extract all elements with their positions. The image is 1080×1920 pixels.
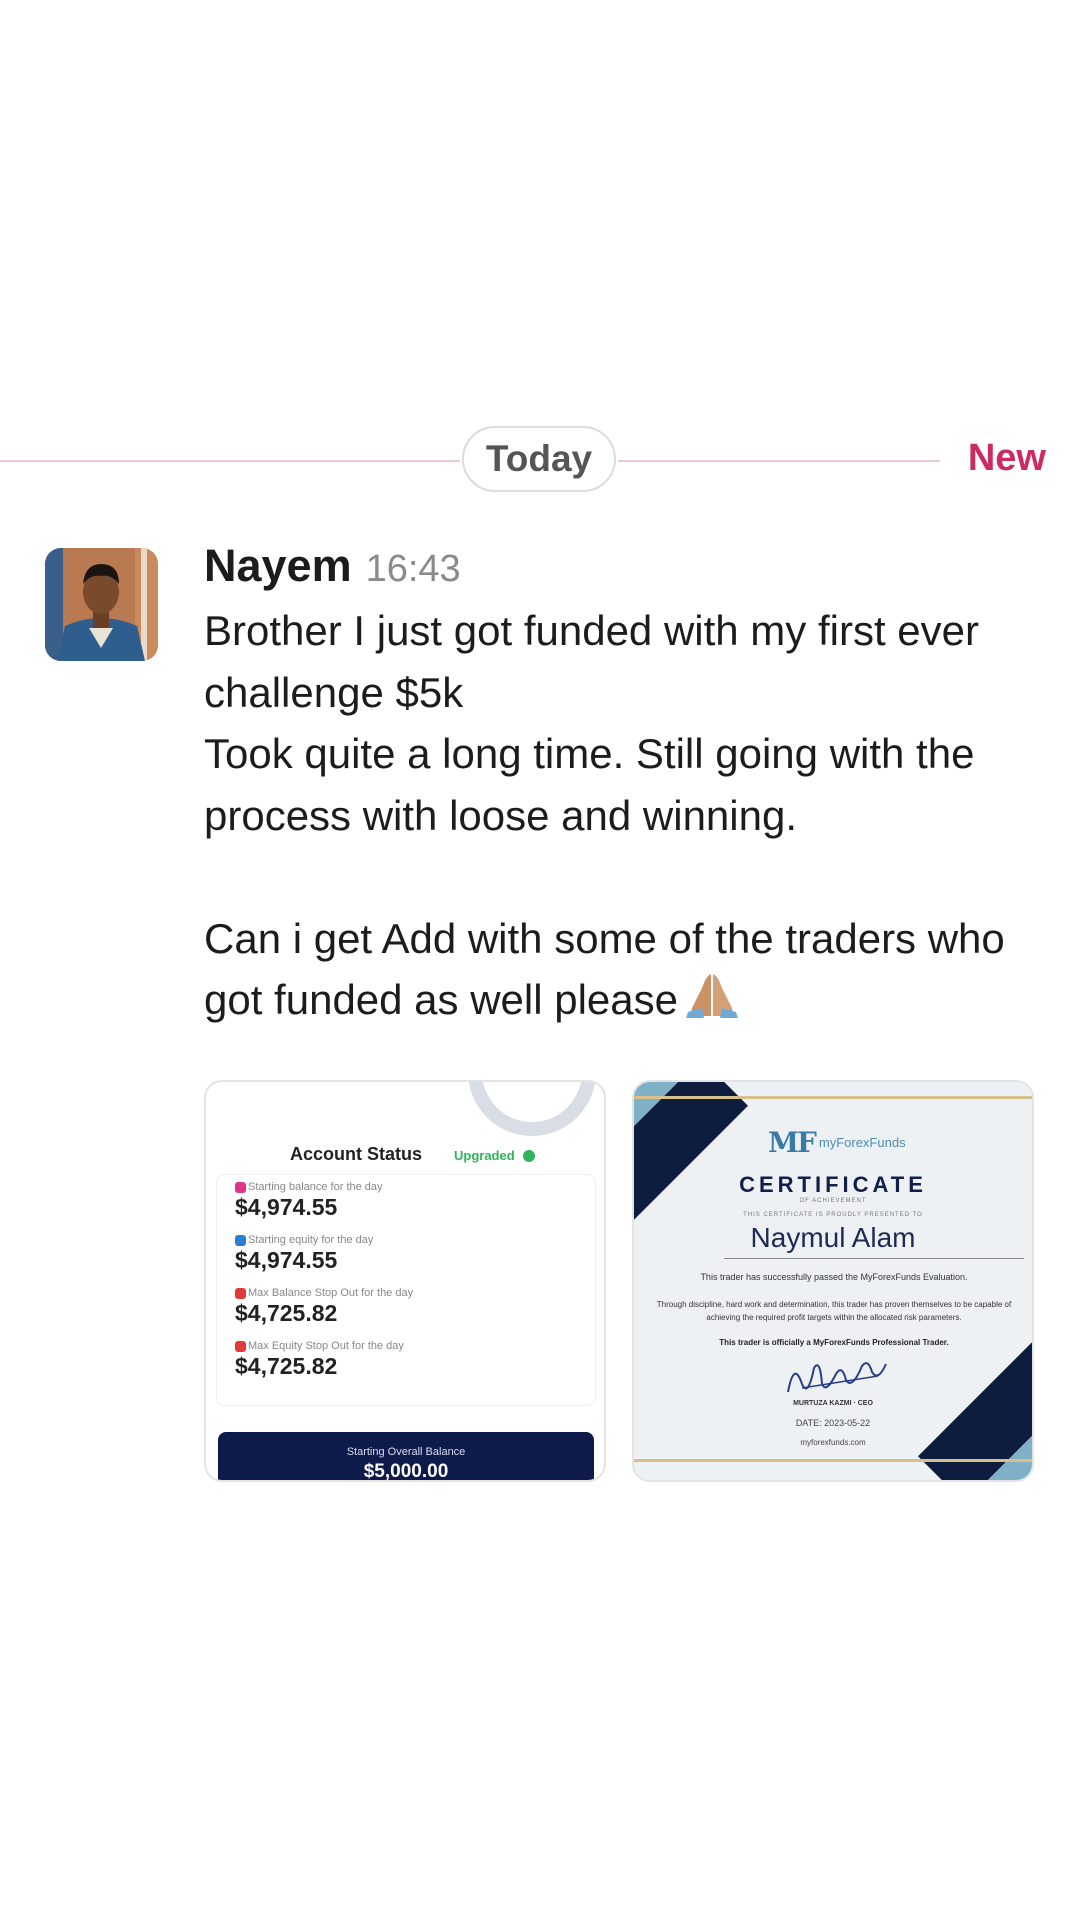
message-author[interactable]: Nayem — [204, 540, 352, 592]
name-underline — [724, 1258, 1024, 1259]
date-divider: Today New — [0, 426, 1080, 496]
certificate-text: Through discipline, hard work and determ… — [656, 1300, 1012, 1322]
bullet-icon — [235, 1181, 246, 1193]
folded-hands-icon — [684, 972, 740, 1035]
brand-logo: MF myForexFunds — [768, 1126, 906, 1159]
certificate-text: This trader has successfully passed the … — [700, 1272, 968, 1282]
certificate-title: CERTIFICATE — [739, 1172, 927, 1197]
bullet-icon — [235, 1234, 246, 1246]
message-line: Can i get Add with some of the traders w… — [204, 908, 1044, 1035]
decorative-ring — [468, 1082, 596, 1136]
certificate-text: This trader is officially a MyForexFunds… — [719, 1338, 949, 1347]
certificate-subtitle: OF ACHIEVEMENT — [799, 1198, 867, 1204]
divider-line-left — [0, 460, 460, 462]
account-status-title: Account Status — [290, 1144, 423, 1164]
stat-starting-equity: Starting equity for the day $4,974.55 — [235, 1234, 374, 1273]
stat-max-balance-stop: Max Balance Stop Out for the day $4,725.… — [235, 1287, 414, 1326]
certificate-recipient: Naymul Alam — [750, 1222, 916, 1253]
status-dot-icon — [523, 1150, 535, 1162]
certificate-date: DATE: 2023-05-22 — [795, 1418, 871, 1428]
message-line: Took quite a long time. Still going with… — [204, 730, 975, 839]
message-time[interactable]: 16:43 — [366, 548, 461, 591]
upgraded-badge: Upgraded — [454, 1148, 515, 1163]
attachment-account-status[interactable]: Account Status Upgraded Starting balance… — [204, 1080, 606, 1482]
new-messages-label: New — [967, 437, 1046, 479]
avatar[interactable] — [45, 548, 158, 661]
message-line: Brother I just got funded with my first … — [204, 607, 979, 716]
certificate-presented: THIS CERTIFICATE IS PROUDLY PRESENTED TO — [743, 1212, 923, 1218]
stat-max-equity-stop: Max Equity Stop Out for the day $4,725.8… — [235, 1340, 404, 1379]
certificate-url: myforexfunds.com — [800, 1438, 866, 1447]
account-status-card: Account Status Upgraded Starting balance… — [216, 1144, 596, 1424]
today-pill[interactable]: Today — [462, 426, 616, 492]
overall-balance-bar: Starting Overall Balance $5,000.00 — [218, 1432, 594, 1480]
signature-icon — [782, 1354, 892, 1405]
bullet-icon — [235, 1287, 246, 1299]
stat-starting-balance: Starting balance for the day $4,974.55 — [235, 1181, 383, 1220]
bullet-icon — [235, 1340, 246, 1352]
attachment-certificate[interactable]: MF myForexFunds CERTIFICATE OF ACHIEVEME… — [632, 1080, 1034, 1482]
divider-line-right — [618, 460, 940, 462]
certificate-signer: MURTUZA KAZMI · CEO — [793, 1400, 873, 1407]
message: Nayem 16:43 Brother I just got funded wi… — [204, 540, 1044, 1035]
message-body: Brother I just got funded with my first … — [204, 600, 1044, 1035]
